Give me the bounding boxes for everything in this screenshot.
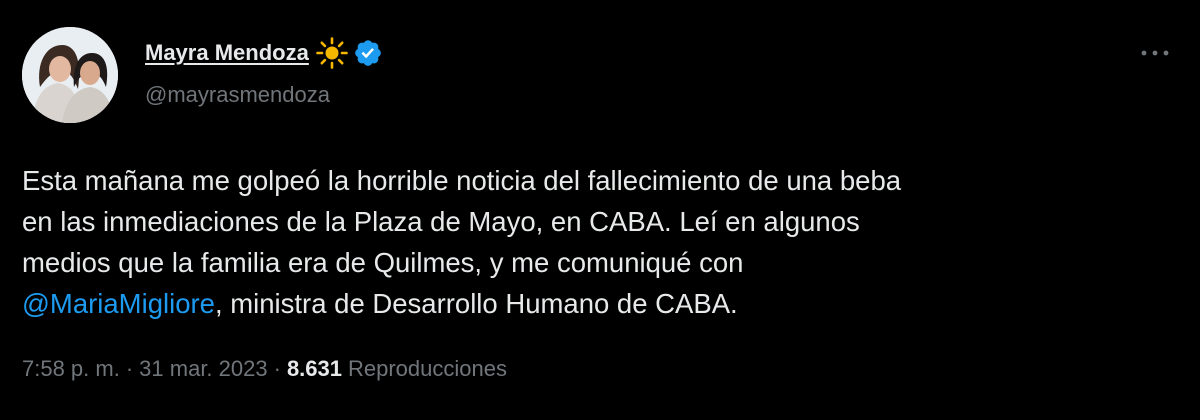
author-name-row: Mayra Mendoza (145, 37, 383, 69)
author-handle[interactable]: @mayrasmendoza (145, 82, 330, 108)
views-label: Reproducciones (348, 356, 507, 381)
tweet-text-line: medios que la familia era de Quilmes, y … (22, 247, 744, 278)
meta-separator: · (125, 356, 134, 381)
verified-badge-icon[interactable] (353, 38, 383, 68)
tweet-meta: 7:58 p. m. · 31 mar. 2023 · 8.631 Reprod… (22, 356, 507, 382)
avatar[interactable] (22, 27, 118, 123)
tweet-text-line: Esta mañana me golpeó la horrible notici… (22, 165, 902, 196)
tweet-text-fragment: , ministra de Desarrollo Humano de CABA. (214, 288, 738, 319)
tweet-text-line: @MariaMigliore, ministra de Desarrollo H… (22, 283, 1182, 324)
sun-icon (315, 36, 349, 70)
tweet-time[interactable]: 7:58 p. m. (22, 356, 120, 382)
meta-separator: · (273, 356, 281, 381)
tweet-date[interactable]: 31 mar. 2023 (139, 356, 267, 382)
tweet-card: Mayra Mendoza @mayrasmendoza Esta mañana… (0, 0, 1200, 420)
mention-link[interactable]: @MariaMigliore (22, 288, 215, 319)
author-display-name[interactable]: Mayra Mendoza (145, 40, 309, 66)
tweet-text: Esta mañana me golpeó la horrible notici… (22, 160, 1182, 324)
more-horizontal-icon[interactable] (1137, 40, 1173, 66)
views-count: 8.631 (286, 356, 342, 381)
tweet-text-line: en las inmediaciones de la Plaza de Mayo… (22, 206, 860, 237)
